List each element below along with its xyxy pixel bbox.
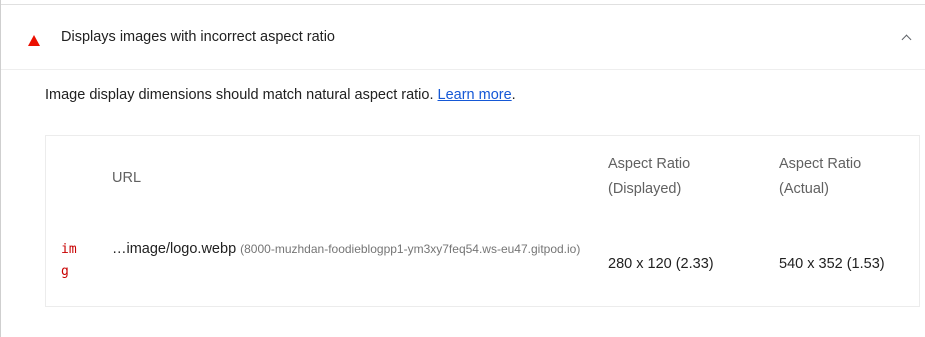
column-header-aspect-actual: Aspect Ratio (Actual) [779, 156, 862, 197]
learn-more-link[interactable]: Learn more [438, 87, 512, 103]
audit-description: Image display dimensions should match na… [45, 87, 516, 103]
column-header-aspect-displayed: Aspect Ratio (Displayed) [608, 156, 691, 197]
details-table: URL Aspect Ratio (Displayed) Aspect Rati… [45, 135, 920, 307]
fail-triangle-icon [28, 35, 40, 46]
column-header-url: URL [112, 170, 142, 186]
aspect-ratio-actual-value: 540 x 352 (1.53) [779, 256, 885, 272]
audit-panel: Displays images with incorrect aspect ra… [0, 0, 925, 337]
description-end: . [511, 87, 516, 103]
audit-header[interactable]: Displays images with incorrect aspect ra… [1, 4, 925, 70]
url-cell: …image/logo.webp (8000-muzhdan-foodieblog… [112, 238, 582, 260]
image-url[interactable]: …image/logo.webp [112, 241, 236, 257]
audit-title: Displays images with incorrect aspect ra… [61, 29, 335, 45]
description-text: Image display dimensions should match na… [45, 87, 434, 103]
aspect-ratio-displayed-value: 280 x 120 (2.33) [608, 256, 714, 272]
image-host: (8000-muzhdan-foodieblogpp1-ym3xy7feq54.… [240, 242, 581, 256]
element-type-label: img [61, 242, 77, 279]
chevron-up-icon[interactable] [901, 34, 912, 45]
